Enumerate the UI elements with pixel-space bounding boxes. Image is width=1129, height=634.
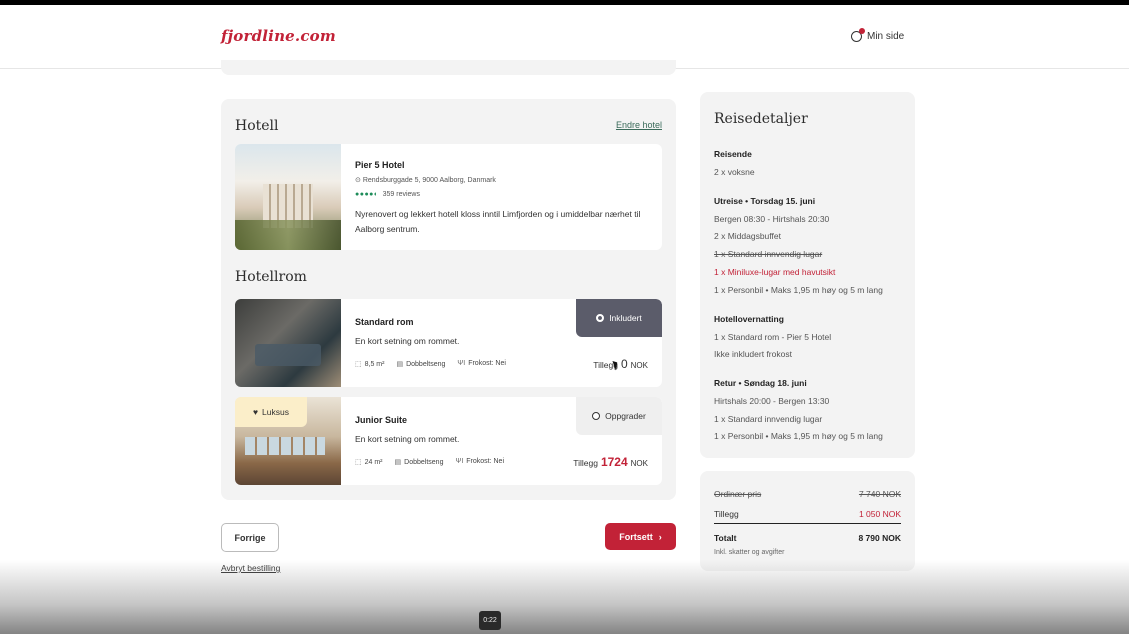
outbound-route: Bergen 08:30 - Hirtshals 20:30 (714, 214, 830, 224)
extra-price-label: Tillegg (714, 509, 739, 519)
heart-icon: ♥ (253, 407, 259, 417)
total-label: Totalt (714, 533, 737, 543)
previous-section-card (221, 60, 676, 75)
room-size: ⬚ 8,5 m² (355, 360, 384, 368)
hotel-stay-heading: Hotellovernatting (714, 314, 784, 324)
room-price: Tillegg 1724 NOK (573, 455, 648, 469)
cutlery-icon: ΨΙ (455, 458, 464, 465)
return-heading: Retur • Søndag 18. juni (714, 378, 807, 388)
room-breakfast-text: Frokost: Nei (466, 458, 504, 465)
included-status[interactable]: Inkludert (576, 299, 662, 337)
video-timestamp: 0:22 (479, 611, 501, 630)
bed-icon: ▤ (396, 361, 404, 368)
room-name: Junior Suite (355, 415, 408, 425)
hotel-stay-breakfast: Ikke inkludert frokost (714, 349, 792, 359)
travel-details-title: Reisedetaljer (714, 111, 808, 127)
travel-details-panel: Reisedetaljer Reisende 2 x voksne Utreis… (700, 92, 915, 458)
luksus-badge: ♥ Luksus (235, 397, 307, 427)
travelers-heading: Reisende (714, 149, 752, 159)
hotel-description: Nyrenovert og lekkert hotell kloss innti… (355, 209, 641, 234)
luksus-label: Luksus (262, 407, 289, 417)
room-image (235, 299, 341, 387)
room-card-junior-suite[interactable]: ♥ Luksus Junior Suite En kort setning om… (235, 397, 662, 485)
tillegg-amount: 1724 (600, 455, 628, 469)
room-bed-text: Dobbeltseng (404, 459, 444, 466)
extra-price-row: Tillegg 1 050 NOK (714, 509, 901, 519)
min-side-label: Min side (867, 31, 905, 42)
cutlery-icon: ΨΙ (457, 360, 466, 367)
fjordline-logo[interactable]: fjordline.com (221, 27, 336, 45)
return-vehicle: 1 x Personbil • Maks 1,95 m høy og 5 m l… (714, 431, 883, 441)
room-size-text: 24 m² (364, 459, 383, 466)
cancel-booking-link[interactable]: Avbryt bestilling (221, 563, 280, 573)
hotel-name: Pier 5 Hotel (355, 160, 405, 170)
tillegg-amount: 0 (620, 357, 628, 371)
upgrade-button[interactable]: Oppgrader (576, 397, 662, 435)
room-name: Standard rom (355, 317, 414, 327)
total-value: 8 790 NOK (858, 533, 901, 543)
hotel-address: ⊙ Rendsburggade 5, 9000 Aalborg, Danmark (355, 176, 496, 184)
radio-selected-icon (596, 314, 605, 322)
total-price-row: Totalt 8 790 NOK (714, 533, 901, 543)
hotel-section-title: Hotell (235, 118, 279, 134)
room-breakfast: ΨΙ Frokost: Nei (457, 360, 506, 368)
rooms-section-title: Hotellrom (235, 269, 307, 285)
hotel-rating: ●●●●◐ 359 reviews (355, 191, 420, 198)
outbound-heading: Utreise • Torsdag 15. juni (714, 196, 816, 206)
video-controls-overlay (0, 560, 1129, 634)
change-hotel-link[interactable]: Endre hotel (616, 120, 662, 130)
price-summary: Ordinær pris 7 740 NOK Tillegg 1 050 NOK… (700, 471, 915, 571)
room-features: ⬚ 24 m² ▤ Dobbeltseng ΨΙ Frokost: Nei (355, 458, 504, 466)
hotel-address-text: Rendsburggade 5, 9000 Aalborg, Danmark (362, 177, 496, 184)
outbound-vehicle: 1 x Personbil • Maks 1,95 m høy og 5 m l… (714, 285, 883, 295)
hotel-stay-room: 1 x Standard rom - Pier 5 Hotel (714, 332, 832, 342)
outbound-cabin-new: 1 x Miniluxe-lugar med havutsikt (714, 267, 836, 277)
room-subtitle: En kort setning om rommet. (355, 434, 460, 444)
previous-button[interactable]: Forrige (221, 523, 279, 552)
room-subtitle: En kort setning om rommet. (355, 336, 460, 346)
return-route: Hirtshals 20:00 - Bergen 13:30 (714, 396, 830, 406)
travelers-value: 2 x voksne (714, 167, 755, 177)
continue-label: Fortsett (619, 531, 653, 542)
hotel-image (235, 144, 341, 250)
outbound-cabin-old: 1 x Standard innvendig lugar (714, 249, 823, 259)
bed-icon: ▤ (394, 459, 402, 466)
return-cabin: 1 x Standard innvendig lugar (714, 414, 823, 424)
area-icon: ⬚ (355, 459, 362, 466)
location-pin-icon: ⊙ (355, 177, 361, 184)
extra-price-value: 1 050 NOK (858, 509, 901, 519)
tillegg-currency: NOK (630, 361, 648, 370)
room-price: Tillegg 0 NOK (593, 357, 648, 371)
hotel-card: Pier 5 Hotel ⊙ Rendsburggade 5, 9000 Aal… (235, 144, 662, 250)
included-label: Inkludert (609, 313, 642, 323)
room-bed: ▤ Dobbeltseng (396, 360, 445, 368)
room-bed-text: Dobbeltseng (406, 361, 446, 368)
min-side-link[interactable]: Min side (851, 28, 905, 42)
continue-button[interactable]: Fortsett › (605, 523, 676, 550)
rating-dots-icon: ●●●●◐ (355, 191, 379, 198)
ordinary-price-label: Ordinær pris (714, 489, 762, 499)
user-icon (851, 28, 865, 42)
hotel-panel: Hotell Endre hotel Pier 5 Hotel ⊙ Rendsb… (221, 99, 676, 500)
radio-empty-icon (592, 412, 601, 420)
upgrade-label: Oppgrader (605, 411, 646, 421)
room-bed: ▤ Dobbeltseng (395, 458, 444, 466)
room-features: ⬚ 8,5 m² ▤ Dobbeltseng ΨΙ Frokost: Nei (355, 360, 506, 368)
review-count[interactable]: 359 reviews (383, 191, 420, 198)
room-size: ⬚ 24 m² (355, 458, 383, 466)
tillegg-currency: NOK (630, 459, 648, 468)
tillegg-label: Tillegg (573, 458, 598, 468)
room-breakfast: ΨΙ Frokost: Nei (455, 458, 504, 466)
price-divider (714, 523, 901, 524)
outbound-meal: 2 x Middagsbuffet (714, 231, 781, 241)
room-card-standard[interactable]: Standard rom En kort setning om rommet. … (235, 299, 662, 387)
room-breakfast-text: Frokost: Nei (468, 360, 506, 367)
tax-note: Inkl. skatter og avgifter (714, 549, 785, 556)
chevron-right-icon: › (658, 531, 662, 542)
room-size-text: 8,5 m² (364, 361, 385, 368)
area-icon: ⬚ (355, 361, 362, 368)
ordinary-price-value: 7 740 NOK (858, 489, 901, 499)
ordinary-price-row: Ordinær pris 7 740 NOK (714, 489, 901, 499)
